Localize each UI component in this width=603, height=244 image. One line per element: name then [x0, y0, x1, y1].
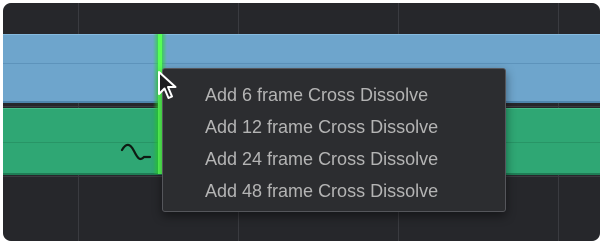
- menu-item-add-48-frame-cross-dissolve[interactable]: Add 48 frame Cross Dissolve: [163, 175, 505, 207]
- context-menu: Add 6 frame Cross Dissolve Add 12 frame …: [162, 68, 506, 212]
- audio-fade-curve-icon[interactable]: [120, 141, 152, 165]
- menu-item-add-12-frame-cross-dissolve[interactable]: Add 12 frame Cross Dissolve: [163, 111, 505, 143]
- menu-item-add-6-frame-cross-dissolve[interactable]: Add 6 frame Cross Dissolve: [163, 79, 505, 111]
- menu-item-add-24-frame-cross-dissolve[interactable]: Add 24 frame Cross Dissolve: [163, 143, 505, 175]
- mouse-pointer-icon: [158, 71, 177, 99]
- video-clip-midline: [3, 63, 600, 64]
